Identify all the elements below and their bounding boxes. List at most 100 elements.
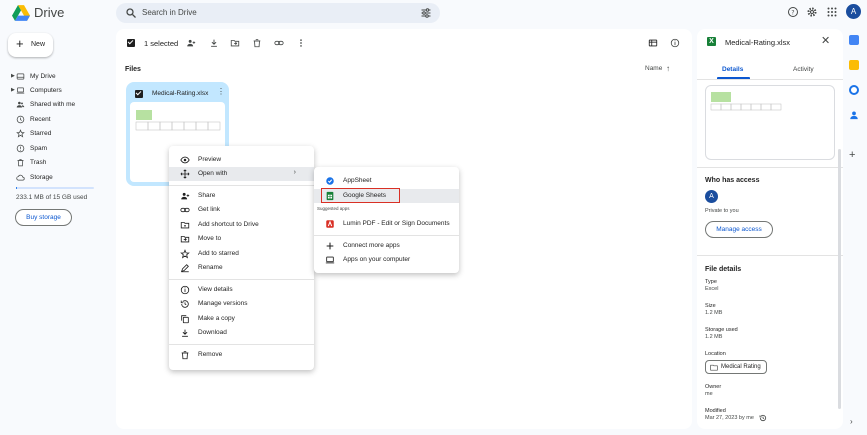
menu-item-download[interactable]: Download bbox=[169, 326, 314, 340]
file-preview[interactable] bbox=[705, 85, 835, 160]
storage-used-value: 1.2 MB bbox=[705, 334, 723, 340]
location-label: Location bbox=[705, 351, 726, 357]
menu-item-add-shortcut[interactable]: Add shortcut to Drive bbox=[169, 218, 314, 232]
lumin-pdf-icon bbox=[326, 220, 334, 228]
submenu-item-connect-more-apps[interactable]: Connect more apps bbox=[314, 239, 459, 253]
spreadsheet-preview-icon bbox=[710, 92, 782, 111]
owner-label: Owner bbox=[705, 384, 722, 390]
eye-icon bbox=[180, 156, 190, 164]
menu-item-make-a-copy[interactable]: Make a copy bbox=[169, 312, 314, 326]
share-person-add-icon[interactable] bbox=[186, 38, 196, 48]
tab-activity[interactable]: Activity bbox=[793, 66, 814, 73]
download-icon[interactable] bbox=[209, 38, 219, 48]
submenu-item-lumin-pdf[interactable]: Lumin PDF - Edit or Sign Documents bbox=[314, 217, 459, 231]
star-icon bbox=[16, 129, 25, 138]
close-icon[interactable]: ✕ bbox=[821, 34, 830, 47]
storage-progress-fill bbox=[16, 187, 18, 189]
app-name[interactable]: Drive bbox=[34, 5, 64, 20]
computer-icon bbox=[16, 87, 25, 94]
menu-divider bbox=[169, 185, 314, 186]
tab-details[interactable]: Details bbox=[722, 66, 743, 73]
menu-item-manage-versions[interactable]: Manage versions bbox=[169, 297, 314, 311]
trash-icon[interactable] bbox=[252, 38, 262, 48]
search-icon[interactable] bbox=[125, 7, 137, 19]
calendar-app-icon[interactable] bbox=[849, 35, 859, 45]
filter-options-icon[interactable] bbox=[420, 7, 432, 19]
who-has-access-heading: Who has access bbox=[705, 177, 760, 184]
expand-caret-icon[interactable]: ▶ bbox=[11, 73, 15, 79]
sidebar-item-recent[interactable]: Recent bbox=[11, 114, 101, 126]
sort-by-name[interactable]: Name bbox=[645, 65, 662, 72]
manage-access-button[interactable]: Manage access bbox=[705, 221, 773, 238]
appsheet-icon bbox=[326, 177, 334, 185]
menu-item-move-to[interactable]: Move to bbox=[169, 232, 314, 246]
highlight-annotation-box bbox=[321, 188, 400, 203]
type-label: Type bbox=[705, 279, 717, 285]
list-view-icon[interactable] bbox=[648, 38, 658, 48]
menu-divider bbox=[169, 279, 314, 280]
keep-app-icon[interactable] bbox=[849, 60, 859, 70]
search-input[interactable]: Search in Drive bbox=[142, 8, 197, 17]
location-chip[interactable]: Medical Rating bbox=[705, 360, 767, 374]
excel-file-icon: X bbox=[707, 37, 716, 46]
cloud-icon bbox=[16, 174, 25, 181]
person-add-icon bbox=[181, 192, 190, 200]
menu-item-remove[interactable]: Remove bbox=[169, 348, 314, 362]
more-vert-icon[interactable] bbox=[296, 38, 306, 48]
side-panel-toggle-icon[interactable]: › bbox=[850, 417, 853, 426]
my-drive-icon bbox=[16, 73, 25, 80]
drive-logo-icon[interactable] bbox=[12, 5, 30, 21]
details-scrollbar[interactable] bbox=[838, 149, 841, 409]
clock-icon bbox=[16, 115, 25, 124]
trash-icon bbox=[181, 351, 189, 360]
contacts-app-icon[interactable] bbox=[849, 110, 859, 120]
chevron-right-icon: › bbox=[293, 169, 296, 176]
deselect-checkbox[interactable] bbox=[127, 39, 135, 47]
sidebar-item-spam[interactable]: Spam bbox=[11, 143, 101, 155]
sidebar-item-storage[interactable]: Storage bbox=[11, 172, 101, 184]
star-icon bbox=[180, 249, 190, 259]
expand-caret-icon[interactable]: ▶ bbox=[11, 87, 15, 93]
file-checkbox[interactable] bbox=[135, 90, 143, 98]
help-icon[interactable]: ? bbox=[787, 6, 799, 18]
sidebar-item-starred[interactable]: Starred bbox=[11, 128, 101, 140]
move-to-folder-icon[interactable] bbox=[230, 38, 240, 48]
new-button[interactable]: + New bbox=[8, 33, 53, 57]
link-icon[interactable] bbox=[274, 38, 284, 48]
buy-storage-button[interactable]: Buy storage bbox=[15, 209, 72, 226]
info-icon[interactable] bbox=[670, 38, 680, 48]
copy-icon bbox=[181, 315, 189, 324]
more-vert-icon[interactable]: ⋮ bbox=[217, 88, 225, 96]
plus-icon bbox=[326, 242, 334, 250]
sidebar-item-trash[interactable]: Trash bbox=[11, 157, 101, 169]
menu-item-open-with[interactable]: Open with › bbox=[169, 167, 314, 181]
settings-gear-icon[interactable] bbox=[806, 6, 818, 18]
modified-label: Modified bbox=[705, 408, 726, 414]
account-avatar[interactable]: A bbox=[846, 4, 861, 19]
sidebar-item-computers[interactable]: ▶ Computers bbox=[11, 85, 101, 97]
menu-item-add-to-starred[interactable]: Add to starred bbox=[169, 247, 314, 261]
type-value: Excel bbox=[705, 286, 719, 292]
submenu-item-apps-on-computer[interactable]: Apps on your computer bbox=[314, 253, 459, 267]
section-divider bbox=[697, 167, 843, 168]
apps-grid-icon[interactable] bbox=[826, 6, 838, 18]
tasks-app-icon[interactable] bbox=[849, 85, 859, 95]
submenu-item-appsheet[interactable]: AppSheet bbox=[314, 174, 459, 188]
shortcut-icon bbox=[180, 222, 190, 229]
sort-arrow-up-icon[interactable]: ↑ bbox=[666, 64, 670, 73]
sidebar-item-shared-with-me[interactable]: Shared with me bbox=[11, 99, 101, 111]
file-details-heading: File details bbox=[705, 266, 742, 273]
menu-item-get-link[interactable]: Get link bbox=[169, 203, 314, 217]
menu-item-view-details[interactable]: View details bbox=[169, 283, 314, 297]
menu-item-preview[interactable]: Preview bbox=[169, 153, 314, 167]
menu-item-share[interactable]: Share bbox=[169, 189, 314, 203]
file-card-name: Medical-Rating.xlsx bbox=[152, 90, 209, 97]
modified-value: Mar 27, 2023 by me bbox=[705, 415, 754, 421]
details-file-title: Medical-Rating.xlsx bbox=[725, 38, 791, 47]
sidebar-item-my-drive[interactable]: ▶ My Drive bbox=[11, 71, 101, 83]
search-bar[interactable]: Search in Drive bbox=[116, 3, 440, 23]
suggested-apps-caption: Suggested apps bbox=[317, 206, 350, 211]
history-icon[interactable] bbox=[759, 414, 767, 422]
get-addons-plus-icon[interactable]: + bbox=[849, 149, 855, 161]
menu-item-rename[interactable]: Rename bbox=[169, 261, 314, 275]
